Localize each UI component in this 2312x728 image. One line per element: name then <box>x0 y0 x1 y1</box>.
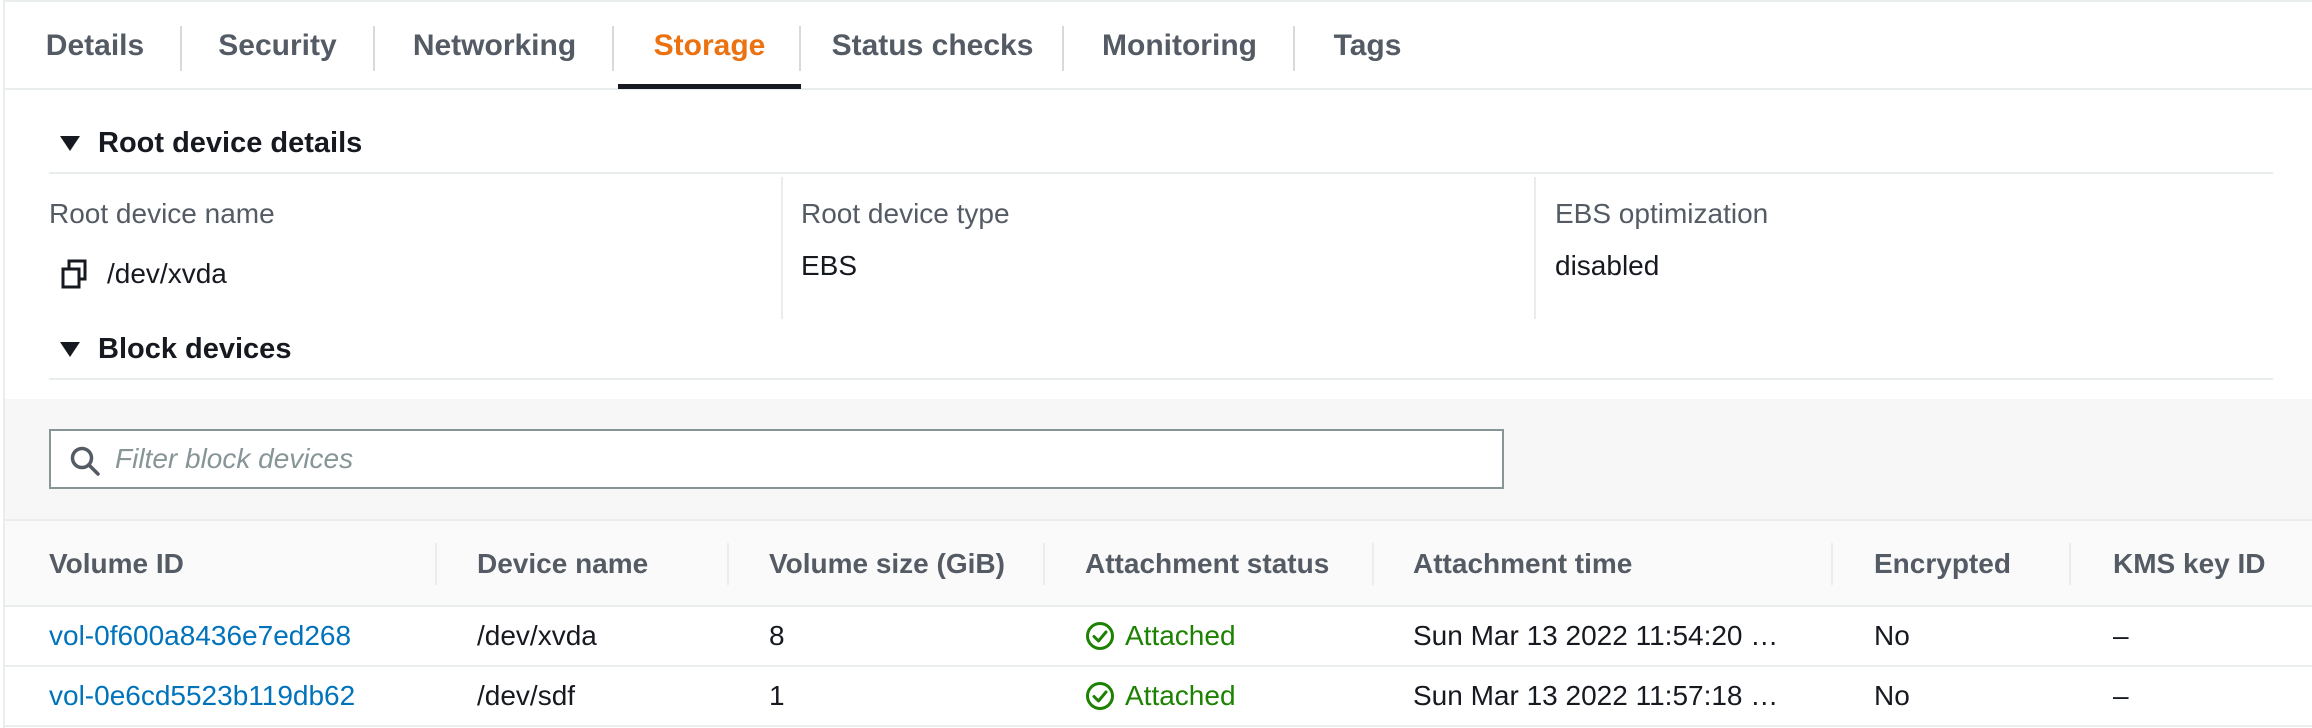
column-resizer[interactable] <box>435 543 437 585</box>
root-device-section-toggle[interactable]: Root device details <box>60 127 362 160</box>
caret-down-icon <box>60 342 80 357</box>
tab-tags[interactable]: Tags <box>1295 2 1440 90</box>
encrypted-cell: No <box>1874 680 1910 711</box>
root-device-name-label: Root device name <box>49 198 275 229</box>
table-header: Volume ID Device name Volume size (GiB) … <box>5 519 2312 607</box>
device-name-cell: /dev/xvda <box>477 620 597 651</box>
column-resizer[interactable] <box>1372 543 1374 585</box>
column-divider <box>781 177 783 319</box>
attachment-time-cell: Sun Mar 13 2022 11:54:20 … <box>1413 620 1779 651</box>
root-device-type-label: Root device type <box>801 198 1010 229</box>
encrypted-cell: No <box>1874 620 1910 651</box>
search-icon <box>70 446 100 476</box>
column-header-kms-key-id[interactable]: KMS key ID <box>2113 521 2266 607</box>
volume-size-cell: 1 <box>769 680 785 711</box>
device-name-cell: /dev/sdf <box>477 680 576 711</box>
tab-details[interactable]: Details <box>5 2 185 90</box>
column-header-device-name[interactable]: Device name <box>477 521 648 607</box>
table-row: vol-0e6cd5523b119db62 /dev/sdf 1 Attache… <box>5 667 2312 727</box>
divider <box>49 378 2273 380</box>
attachment-status-text: Attached <box>1125 680 1236 711</box>
tab-storage[interactable]: Storage <box>618 2 801 90</box>
volume-id-link[interactable]: vol-0f600a8436e7ed268 <box>49 607 351 665</box>
column-header-attachment-time[interactable]: Attachment time <box>1413 521 1632 607</box>
copy-icon[interactable] <box>61 259 87 289</box>
kms-key-id-cell: – <box>2113 620 2129 651</box>
section-title: Root device details <box>98 127 363 159</box>
section-title: Block devices <box>98 333 292 365</box>
tab-status-checks[interactable]: Status checks <box>801 2 1064 90</box>
root-device-name-value: /dev/xvda <box>107 258 227 289</box>
filter-block-devices-input[interactable] <box>115 443 1502 475</box>
active-tab-indicator <box>618 84 801 89</box>
column-header-encrypted[interactable]: Encrypted <box>1874 521 2011 607</box>
block-devices-section-toggle[interactable]: Block devices <box>60 333 291 366</box>
column-resizer[interactable] <box>727 543 729 585</box>
tab-bar: Details Security Networking Storage Stat… <box>5 2 2312 90</box>
kms-key-id-cell: – <box>2113 680 2129 711</box>
column-header-attachment-status[interactable]: Attachment status <box>1085 521 1329 607</box>
column-divider <box>1534 177 1536 319</box>
tab-divider <box>612 26 614 71</box>
divider <box>49 172 2273 174</box>
table-row: vol-0f600a8436e7ed268 /dev/xvda 8 Attach… <box>5 607 2312 667</box>
attachment-status-text: Attached <box>1125 620 1236 651</box>
instance-details-panel: Details Security Networking Storage Stat… <box>3 0 2312 728</box>
check-circle-icon <box>1086 682 1114 710</box>
column-resizer[interactable] <box>2069 543 2071 585</box>
filter-block-devices-field[interactable] <box>49 429 1504 489</box>
column-header-volume-id[interactable]: Volume ID <box>49 521 184 607</box>
column-resizer[interactable] <box>1831 543 1833 585</box>
tab-networking[interactable]: Networking <box>375 2 614 90</box>
attachment-status-cell: Attached <box>1085 607 1236 665</box>
column-resizer[interactable] <box>1043 543 1045 585</box>
tab-monitoring[interactable]: Monitoring <box>1064 2 1295 90</box>
volume-id-link[interactable]: vol-0e6cd5523b119db62 <box>49 667 355 725</box>
ebs-optimization-label: EBS optimization <box>1555 198 1769 229</box>
check-circle-icon <box>1086 622 1114 650</box>
attachment-status-cell: Attached <box>1085 667 1236 725</box>
root-device-type-value: EBS <box>801 250 858 281</box>
tab-security[interactable]: Security <box>182 2 373 90</box>
column-header-volume-size[interactable]: Volume size (GiB) <box>769 521 1005 607</box>
attachment-time-cell: Sun Mar 13 2022 11:57:18 … <box>1413 680 1779 711</box>
caret-down-icon <box>60 136 80 151</box>
ebs-optimization-value: disabled <box>1555 250 1660 281</box>
volume-size-cell: 8 <box>769 620 785 651</box>
